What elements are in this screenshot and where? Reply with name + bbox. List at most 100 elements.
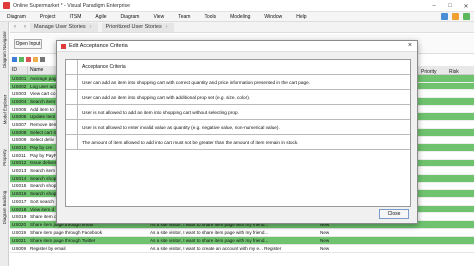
tab-diagram-navigator[interactable]: Diagram Navigator	[0, 26, 9, 72]
criteria-text[interactable]: The amount of item allowed to add into c…	[78, 135, 299, 149]
row-gutter	[66, 75, 78, 89]
row-id: US009	[12, 246, 27, 252]
menu-item-project[interactable]: Project	[33, 14, 63, 20]
tab-diagram-backlog[interactable]: Diagram Backlog	[0, 182, 9, 232]
criteria-row[interactable]: The amount of item allowed to add into c…	[66, 135, 410, 150]
criteria-row[interactable]: User is not allowed to add an item into …	[66, 105, 410, 120]
table-row[interactable]: US021 Share item page through Twitter As…	[10, 237, 474, 246]
right-column-headers: Priority Risk	[418, 67, 474, 76]
dialog-close-icon[interactable]: ×	[408, 42, 412, 49]
criteria-text[interactable]: User can add an item into shopping cart …	[78, 90, 250, 104]
tab-model-explorer[interactable]: Model Explorer	[0, 84, 9, 134]
back-arrow-icon[interactable]: ‹	[10, 24, 20, 30]
criteria-text[interactable]: User is not allowed to add an item into …	[78, 105, 239, 119]
row-story: As a site visitor, I want to create an a…	[150, 246, 282, 252]
chevron-right-icon: ›	[89, 24, 92, 30]
team-icon[interactable]	[441, 13, 448, 20]
app-logo-icon	[3, 2, 10, 9]
maximize-button[interactable]: □	[442, 0, 458, 12]
criteria-text[interactable]: User can add an item into shopping cart …	[78, 75, 310, 89]
dialog-titlebar: Edit Acceptance Criteria ×	[57, 41, 417, 52]
row-id: US015	[12, 183, 27, 189]
star-icon[interactable]	[33, 56, 38, 62]
criteria-text[interactable]: User is not allowed to enter invalid val…	[78, 120, 280, 134]
breadcrumb-label: Prioritized User Stories	[105, 24, 162, 30]
menu-item-diagram[interactable]: Diagram	[114, 14, 147, 20]
row-id: US014	[12, 175, 27, 181]
breadcrumb-item[interactable]: Manage User Stories ›	[30, 22, 98, 32]
row-id: US011	[12, 152, 26, 158]
menu-item-modeling[interactable]: Modeling	[223, 14, 257, 20]
menu-item-diagram-app[interactable]: Diagram	[0, 14, 33, 20]
row-gutter	[66, 135, 78, 149]
grid-right-columns: Priority Risk	[418, 67, 474, 76]
window-close-button[interactable]: ✕	[458, 0, 474, 12]
menu-item-window[interactable]: Window	[257, 14, 289, 20]
add-icon[interactable]	[19, 56, 24, 62]
row-id: US012	[12, 160, 27, 166]
row-gutter	[66, 105, 78, 119]
menu-item-itsm[interactable]: ITSM	[62, 14, 88, 20]
row-gutter	[66, 90, 78, 104]
chevron-right-icon: ›	[165, 24, 168, 30]
row-id: US017	[12, 198, 27, 204]
menu-item-help[interactable]: Help	[289, 14, 313, 20]
column-header-risk[interactable]: Risk	[446, 67, 474, 76]
minimize-button[interactable]: –	[426, 0, 442, 12]
criteria-row[interactable]: User can add an item into shopping cart …	[66, 75, 410, 90]
row-id: US005	[12, 106, 27, 112]
table-row[interactable]: US009 Register by email As a site visito…	[10, 245, 474, 254]
menu-right-icons	[441, 13, 470, 20]
notification-icon[interactable]	[452, 13, 459, 20]
menu-item-tools[interactable]: Tools	[197, 14, 223, 20]
row-id: US003	[12, 91, 27, 97]
row-status: New	[320, 246, 330, 252]
row-name: Share item page through Facebook	[30, 230, 103, 236]
menu-item-view[interactable]: View	[146, 14, 171, 20]
row-id: US019	[12, 230, 27, 236]
column-header-acceptance-criteria: Acceptance Criteria	[82, 64, 126, 70]
window-titlebar: Online Supermarket * - Visual Paradigm E…	[0, 0, 474, 12]
open-input-button[interactable]: Open Input	[14, 39, 42, 49]
tab-property[interactable]: Property	[0, 142, 9, 172]
column-header-priority[interactable]: Priority	[418, 67, 446, 76]
row-id: US004	[12, 98, 27, 104]
criteria-row[interactable]: User can add an item into shopping cart …	[66, 90, 410, 105]
menu-item-team[interactable]: Team	[171, 14, 197, 20]
user-icon[interactable]	[463, 13, 470, 20]
column-header-id[interactable]: ID	[10, 66, 28, 74]
tab-label: Model Explorer	[2, 94, 7, 124]
close-button[interactable]: Close	[379, 209, 409, 219]
tab-label: Diagram Backlog	[2, 190, 7, 224]
grid-toolbar	[10, 54, 45, 64]
row-id: US010	[12, 145, 27, 151]
row-id: US007	[12, 121, 27, 127]
row-name: Register by email	[30, 246, 66, 252]
row-id: US001	[12, 75, 27, 81]
row-status: New	[320, 230, 330, 236]
row-story: As a site visitor, I want to share item …	[150, 238, 269, 244]
menu-bar: Diagram Project ITSM Agile Diagram View …	[0, 12, 474, 22]
acceptance-criteria-table: Acceptance Criteria User can add an item…	[65, 59, 411, 207]
filter-icon[interactable]	[12, 56, 17, 62]
row-id: US008	[12, 129, 27, 135]
menu-item-agile[interactable]: Agile	[88, 14, 113, 20]
acceptance-criteria-header: Acceptance Criteria	[66, 60, 410, 75]
breadcrumb-item[interactable]: Prioritized User Stories ›	[101, 22, 174, 32]
row-id: US021	[12, 238, 27, 244]
row-id: US020	[12, 222, 27, 228]
tab-label: Diagram Navigator	[2, 30, 8, 68]
row-story: As a site visitor, I want to share item …	[150, 230, 269, 236]
row-gutter	[66, 60, 78, 74]
forward-arrow-icon[interactable]: ›	[20, 24, 30, 30]
row-id: US006	[12, 114, 27, 120]
settings-icon[interactable]	[40, 56, 45, 62]
breadcrumb-label: Manage User Stories	[34, 24, 86, 30]
delete-icon[interactable]	[26, 56, 31, 62]
table-row[interactable]: US019 Share item page through Facebook A…	[10, 229, 474, 238]
app-logo-icon	[61, 43, 66, 49]
criteria-row[interactable]: User is not allowed to enter invalid val…	[66, 120, 410, 135]
row-id: US009	[12, 137, 27, 143]
row-name: Share item page through Twitter	[30, 238, 96, 244]
row-gutter	[66, 120, 78, 134]
